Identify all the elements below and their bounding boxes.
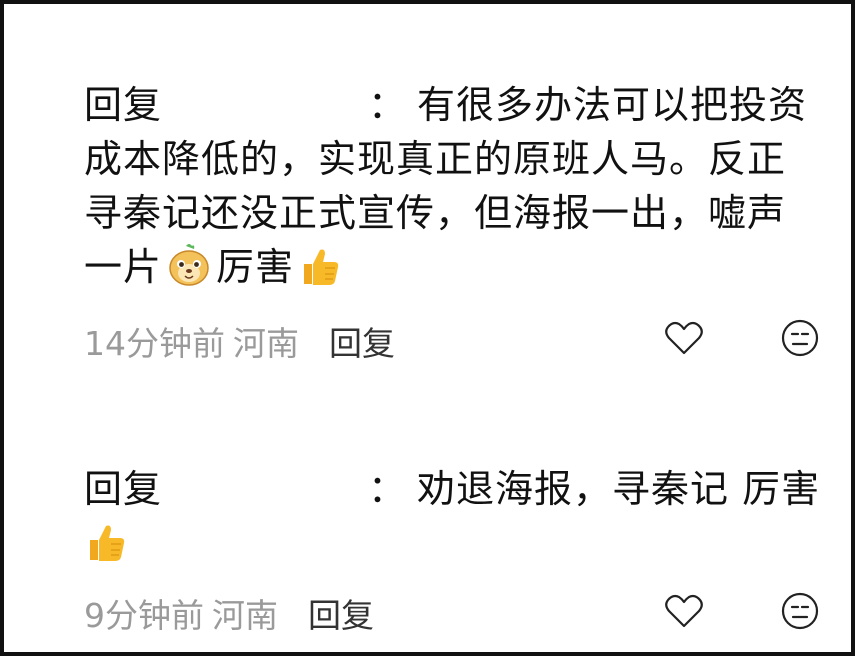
comment-text-line-1: 有很多办法可以把投资 (417, 83, 808, 127)
comment-text-line-2: 成本降低的，实现真正的原班人马。反正 (84, 137, 787, 181)
emoji-face-icon[interactable] (779, 317, 821, 359)
thumbs-up-emoji (298, 244, 342, 302)
reply-button[interactable]: 回复 (308, 589, 374, 637)
heart-icon[interactable] (663, 590, 705, 632)
squirrel-face-emoji (166, 242, 212, 302)
comment-text-line-4b: 厉害 (216, 245, 295, 289)
location: 河南 (233, 324, 299, 363)
comment-text-line-1: 劝退海报，寻秦记 厉害 (417, 467, 821, 511)
reply-prefix: 回复 (84, 83, 163, 127)
comment-2-actions (663, 590, 821, 632)
comment-1-actions (663, 317, 821, 359)
comment-2-body: 回复 ：劝退海报，寻秦记 厉害 (84, 462, 825, 578)
timestamp: 9分钟前 (84, 596, 204, 635)
comment-text-line-4a: 一片 (84, 245, 163, 289)
location: 河南 (212, 596, 278, 635)
colon: ： (368, 83, 408, 127)
timestamp: 14分钟前 (84, 324, 225, 363)
comment-1-body: 回复 ：有很多办法可以把投资 成本降低的，实现真正的原班人马。反正 寻秦记还没正式… (84, 78, 825, 302)
reply-button[interactable]: 回复 (329, 317, 395, 365)
comment-text-line-3: 寻秦记还没正式宣传，但海报一出，嘘声 (84, 191, 787, 235)
comment-1: 回复 ：有很多办法可以把投资 成本降低的，实现真正的原班人马。反正 寻秦记还没正式… (84, 78, 825, 302)
heart-icon[interactable] (663, 317, 705, 359)
emoji-face-icon[interactable] (779, 590, 821, 632)
comment-2: 回复 ：劝退海报，寻秦记 厉害 (84, 462, 825, 578)
reply-prefix: 回复 (84, 467, 163, 511)
thumbs-up-emoji (84, 520, 128, 578)
colon: ： (368, 467, 408, 511)
